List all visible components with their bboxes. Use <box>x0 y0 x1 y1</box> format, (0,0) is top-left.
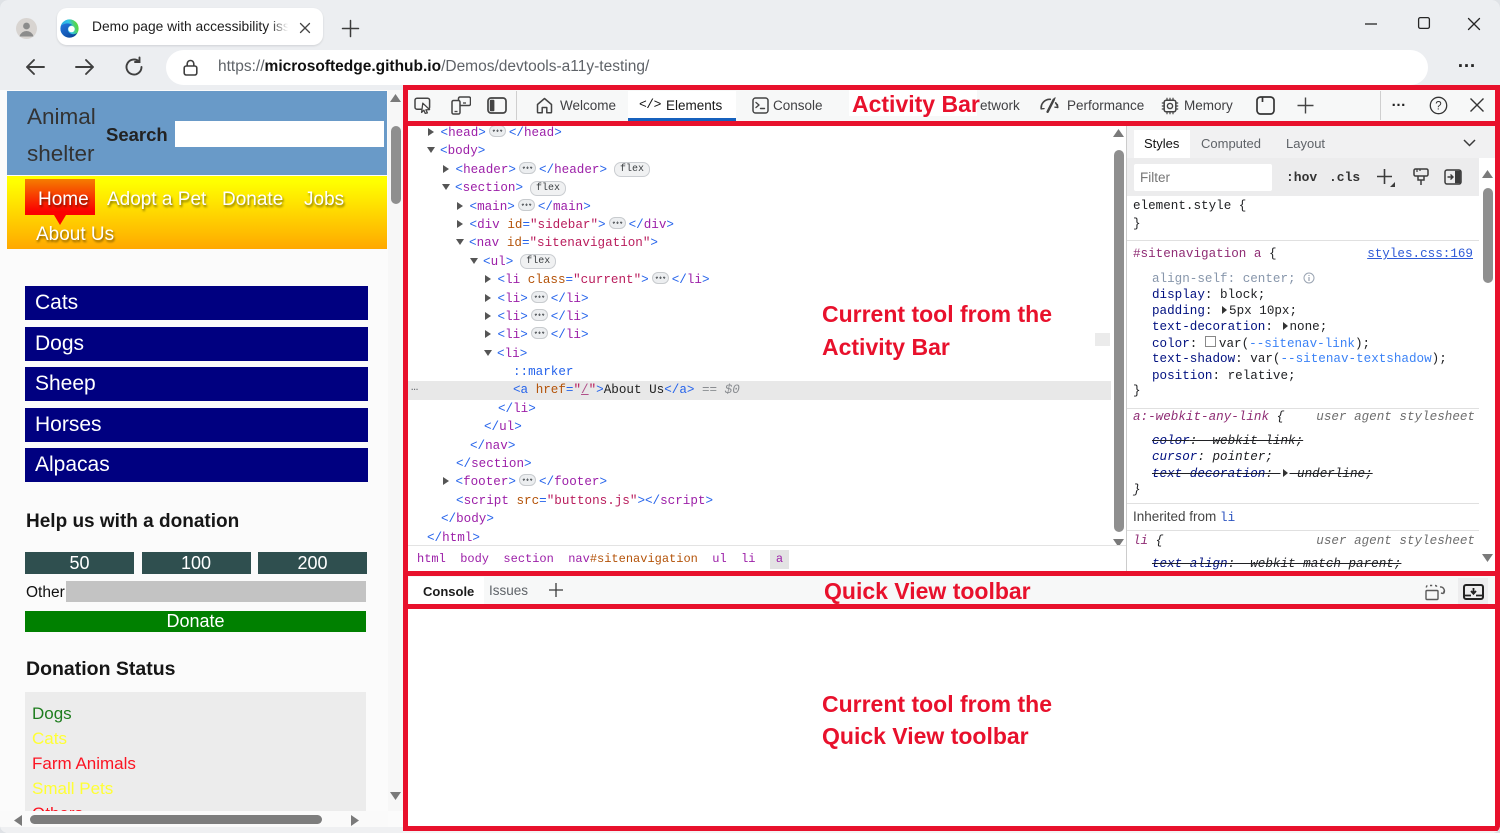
svg-text:?: ? <box>1435 100 1441 112</box>
